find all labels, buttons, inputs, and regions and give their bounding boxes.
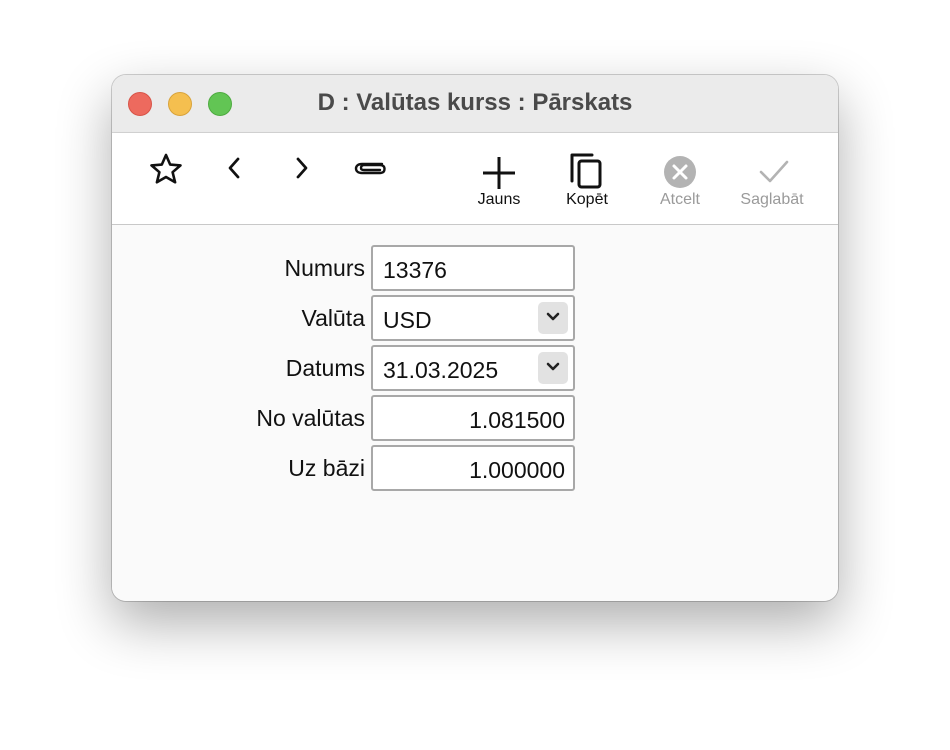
cancel-button[interactable]: Atcelt xyxy=(645,133,715,224)
to-base-label: Uz bāzi xyxy=(288,455,365,481)
save-button[interactable]: Saglabāt xyxy=(732,133,812,224)
to-base-field[interactable]: 1.000000 xyxy=(371,445,575,491)
chevron-right-icon xyxy=(296,157,308,179)
number-field[interactable]: 13376 xyxy=(371,245,575,291)
currency-value: USD xyxy=(383,307,432,333)
favorite-button[interactable] xyxy=(144,133,188,224)
date-dropdown-button[interactable] xyxy=(538,352,568,384)
currency-row: Valūta USD xyxy=(112,295,838,341)
chevron-down-icon xyxy=(546,362,560,371)
title-bar: D : Valūtas kurss : Pārskats xyxy=(112,75,838,133)
from-currency-label: No valūtas xyxy=(256,405,365,431)
cancel-icon xyxy=(664,156,696,188)
date-field[interactable]: 31.03.2025 xyxy=(371,345,575,391)
plus-icon xyxy=(483,157,515,189)
chevron-down-icon xyxy=(546,312,560,321)
from-currency-row: No valūtas 1.081500 xyxy=(112,395,838,441)
number-row: Numurs 13376 xyxy=(112,245,838,291)
copy-button-label: Kopēt xyxy=(566,191,608,208)
from-currency-value: 1.081500 xyxy=(469,407,565,433)
forward-button[interactable] xyxy=(284,133,320,224)
chevron-left-icon xyxy=(228,157,240,179)
currency-dropdown-button[interactable] xyxy=(538,302,568,334)
toolbar: Jauns Kopēt Atcelt Saglabāt xyxy=(112,133,838,225)
back-button[interactable] xyxy=(216,133,252,224)
to-base-row: Uz bāzi 1.000000 xyxy=(112,445,838,491)
cancel-button-label: Atcelt xyxy=(659,191,700,208)
from-currency-field[interactable]: 1.081500 xyxy=(371,395,575,441)
app-window: D : Valūtas kurss : Pārskats Jauns Kopēt… xyxy=(112,75,838,601)
window-title: D : Valūtas kurss : Pārskats xyxy=(317,89,633,116)
save-button-label: Saglabāt xyxy=(740,191,804,208)
date-label: Datums xyxy=(285,355,365,381)
form-area: Numurs 13376 Valūta USD Datums 31.03.202… xyxy=(112,225,838,601)
currency-select[interactable]: USD xyxy=(371,295,575,341)
number-label: Numurs xyxy=(284,255,365,281)
date-row: Datums 31.03.2025 xyxy=(112,345,838,391)
attachment-button[interactable] xyxy=(348,133,392,224)
paperclip-icon xyxy=(354,162,386,175)
new-button[interactable]: Jauns xyxy=(464,133,534,224)
date-value: 31.03.2025 xyxy=(383,357,499,383)
new-button-label: Jauns xyxy=(477,191,521,208)
copy-button[interactable]: Kopēt xyxy=(552,133,622,224)
to-base-value: 1.000000 xyxy=(469,457,565,483)
copy-icon xyxy=(570,153,602,189)
currency-label: Valūta xyxy=(301,305,365,331)
checkmark-icon xyxy=(759,160,789,183)
star-icon xyxy=(150,153,182,184)
number-value: 13376 xyxy=(383,257,447,283)
